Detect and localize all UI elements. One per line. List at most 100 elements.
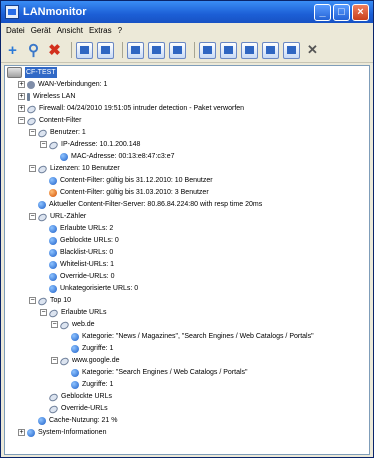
tree-item[interactable]: − Content-Filter xyxy=(18,115,81,126)
tree-item-label: Unkategorisierte URLs: 0 xyxy=(60,285,139,292)
close-button[interactable]: × xyxy=(352,3,369,21)
tree-item[interactable]: Zugriffe: 1 xyxy=(62,343,113,354)
expand-icon[interactable]: + xyxy=(18,429,25,436)
expand-icon[interactable]: + xyxy=(18,105,25,112)
window-icon[interactable] xyxy=(76,41,93,59)
tree-item[interactable]: Aktueller Content-Filter-Server: 80.86.8… xyxy=(29,199,262,210)
tree-item-label: WAN-Verbindungen: 1 xyxy=(38,81,108,88)
tree-item[interactable]: − URL-Zähler xyxy=(29,211,86,222)
delete-icon[interactable]: ✖ xyxy=(46,42,63,59)
tree-item-label: Lizenzen: 10 Benutzer xyxy=(50,165,120,172)
minimize-button[interactable]: _ xyxy=(314,3,331,21)
satellite-dish-icon xyxy=(49,309,58,317)
tree-item[interactable]: MAC-Adresse: 00:13:e8:47:c3:e7 xyxy=(51,151,175,162)
tree-item[interactable]: Content-Filter: gültig bis 31.03.2010: 3… xyxy=(40,187,209,198)
info-icon xyxy=(49,260,57,269)
toolbar-separator xyxy=(122,42,123,58)
tree-item[interactable]: Erlaubte URLs: 2 xyxy=(40,223,113,234)
collapse-icon[interactable]: − xyxy=(18,117,25,124)
table-icon[interactable] xyxy=(148,41,165,59)
tree-item[interactable]: − IP-Adresse: 10.1.200.148 xyxy=(40,139,140,150)
view-icon[interactable] xyxy=(220,41,237,59)
expand-icon[interactable]: + xyxy=(18,93,25,100)
collapse-icon[interactable]: − xyxy=(51,357,58,364)
tree-item[interactable]: Kategorie: "Search Engines / Web Catalog… xyxy=(62,367,248,378)
tree-view[interactable]: CF-TEST + WAN-Verbindungen: 1 + Wireless LAN… xyxy=(4,65,370,455)
tree-item[interactable]: Cache-Nutzung: 21 % xyxy=(29,415,117,426)
menu-ansicht[interactable]: Ansicht xyxy=(54,26,86,35)
tree-item[interactable]: − www.google.de xyxy=(51,355,119,366)
tree-item-label: web.de xyxy=(72,321,95,328)
tree-item[interactable]: + Wireless LAN xyxy=(18,91,75,102)
tree-item-label: Aktueller Content-Filter-Server: 80.86.8… xyxy=(49,201,263,208)
tree-item-label: Geblockte URLs: 0 xyxy=(60,237,119,244)
info-icon xyxy=(71,368,79,377)
tree-item[interactable]: CF-TEST xyxy=(7,67,57,78)
tree-item[interactable]: Override-URLs: 0 xyxy=(40,271,114,282)
tree-item-label: Override-URLs: 0 xyxy=(60,273,115,280)
info-icon xyxy=(49,248,57,257)
title-bar[interactable]: LANmonitor _ □ × xyxy=(1,1,373,23)
tree-item-label: Kategorie: "News / Magazines", "Search E… xyxy=(82,333,314,340)
tree-item[interactable]: − Top 10 xyxy=(29,295,71,306)
tree-item[interactable]: + System-Informationen xyxy=(18,427,106,438)
satellite-dish-icon xyxy=(60,321,69,329)
tree-item[interactable]: Whitelist-URLs: 1 xyxy=(40,259,114,270)
collapse-icon[interactable]: − xyxy=(40,141,47,148)
tools-icon[interactable]: ✕ xyxy=(304,42,321,59)
satellite-dish-icon xyxy=(27,105,36,113)
tree-item[interactable]: + Firewall: 04/24/2010 19:51:05 intruder … xyxy=(18,103,244,114)
info-icon xyxy=(71,380,79,389)
tree-item[interactable]: − Lizenzen: 10 Benutzer xyxy=(29,163,120,174)
tree-item[interactable]: Kategorie: "News / Magazines", "Search E… xyxy=(62,331,314,342)
collapse-icon[interactable]: − xyxy=(29,213,36,220)
tree-item[interactable]: Geblockte URLs xyxy=(40,391,112,402)
expand-icon[interactable]: + xyxy=(18,81,25,88)
satellite-dish-icon xyxy=(27,117,36,125)
maximize-button[interactable]: □ xyxy=(333,3,350,21)
info-icon xyxy=(49,284,57,293)
collapse-icon[interactable]: − xyxy=(29,129,36,136)
app-icon xyxy=(5,5,19,19)
info-icon xyxy=(38,416,46,425)
tree-item[interactable]: Zugriffe: 1 xyxy=(62,379,113,390)
tree-item-label: Content-Filter: gültig bis 31.03.2010: 3… xyxy=(60,189,209,196)
info-icon xyxy=(38,200,46,209)
search-icon[interactable] xyxy=(241,41,258,59)
tree-item-label: Top 10 xyxy=(50,297,72,304)
tree-item[interactable]: − Benutzer: 1 xyxy=(29,127,86,138)
user-search-icon[interactable]: ⚲ xyxy=(25,42,42,59)
tree-item[interactable]: Unkategorisierte URLs: 0 xyxy=(40,283,138,294)
menu-extras[interactable]: Extras xyxy=(86,26,115,35)
tree-item[interactable]: + WAN-Verbindungen: 1 xyxy=(18,79,107,90)
tree-item[interactable]: − Erlaubte URLs xyxy=(40,307,107,318)
tree-item-label: Cache-Nutzung: 21 % xyxy=(49,417,118,424)
tree-item[interactable]: Override-URLs xyxy=(40,403,108,414)
tree-item[interactable]: Geblockte URLs: 0 xyxy=(40,235,119,246)
collapse-icon[interactable]: − xyxy=(29,165,36,172)
wireless-icon xyxy=(27,92,30,101)
edit-icon[interactable] xyxy=(283,41,300,59)
panel-icon[interactable] xyxy=(169,41,186,59)
list-icon[interactable] xyxy=(199,41,216,59)
add-icon[interactable]: + xyxy=(4,42,21,59)
satellite-dish-icon xyxy=(49,141,58,149)
menu-datei[interactable]: Datei xyxy=(3,26,28,35)
menu-geraet[interactable]: Gerät xyxy=(28,26,54,35)
tree-item[interactable]: Content-Filter: gültig bis 31.12.2010: 1… xyxy=(40,175,213,186)
tree-item[interactable]: − web.de xyxy=(51,319,95,330)
grid-icon[interactable] xyxy=(127,41,144,59)
menu-help[interactable]: ? xyxy=(115,26,125,35)
collapse-icon[interactable]: − xyxy=(51,321,58,328)
collapse-icon[interactable]: − xyxy=(40,309,47,316)
toolbar-separator xyxy=(194,42,195,58)
tree-item-label: Content-Filter xyxy=(39,117,82,124)
tree-item[interactable]: Blacklist-URLs: 0 xyxy=(40,247,113,258)
window-arrow-icon[interactable] xyxy=(97,41,114,59)
collapse-icon[interactable]: − xyxy=(29,297,36,304)
chart-icon[interactable] xyxy=(262,41,279,59)
menu-bar: Datei Gerät Ansicht Extras ? xyxy=(1,23,373,38)
satellite-dish-icon xyxy=(49,393,58,401)
tree-item-label: System-Informationen xyxy=(38,429,107,436)
tree-item-label: CF-TEST xyxy=(25,67,57,78)
